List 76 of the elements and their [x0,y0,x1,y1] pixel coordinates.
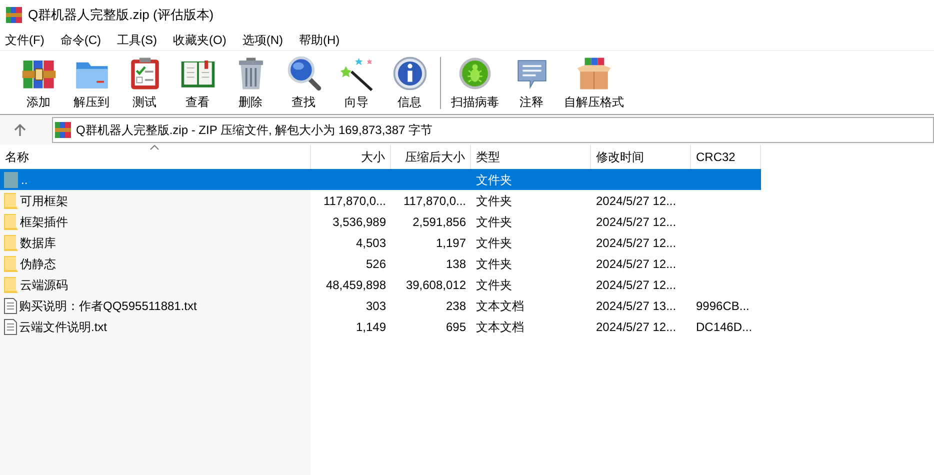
toolbar-button[interactable]: 测试 [118,55,171,111]
packed-size-cell: 695 [446,320,466,334]
modified-cell: 2024/5/27 12... [596,214,676,228]
file-row[interactable]: .. 文件夹 [0,169,761,190]
modified-cell: 2024/5/27 12... [596,278,676,292]
menu-item[interactable]: 选项(N) [239,31,286,49]
crc-cell: 9996CB... [696,298,750,312]
menu-item[interactable]: 命令(C) [57,31,104,49]
file-row[interactable]: 购买说明：作者QQ595511881.txt 303 238 文本文档 2024/5/27 13... 9996CB... [0,295,761,316]
size-cell: 3,536,989 [332,214,386,228]
size-cell: 303 [366,298,386,312]
type-cell: 文件夹 [476,194,512,208]
file-name: 可用框架 [20,192,68,210]
file-name: 框架插件 [20,214,68,230]
type-cell: 文件夹 [476,236,512,250]
menu-item[interactable]: 帮助(H) [296,31,343,49]
type-cell: 文本文档 [476,298,524,312]
file-row[interactable]: 数据库 4,503 1,197 文件夹 2024/5/27 12... [0,232,761,253]
file-row[interactable]: 云端文件说明.txt 1,149 695 文本文档 2024/5/27 12... DC146D... [0,316,761,337]
window-title: Q群机器人完整版.zip (评估版本) [28,6,214,24]
folder-icon [4,192,18,208]
toolbar-button[interactable]: 向导 [330,55,383,111]
modified-cell: 2024/5/27 12... [596,320,676,334]
document-icon [4,298,17,314]
toolbar-button[interactable]: 解压到 [65,55,118,111]
packed-size-cell: 1,197 [436,236,466,250]
crc-cell: DC146D... [696,320,752,334]
toolbar-button[interactable]: 添加 [12,55,65,111]
toolbar-button[interactable]: 查看 [171,55,224,111]
archive-icon [55,122,71,138]
toolbar-button[interactable]: 注释 [505,55,558,111]
packed-size-cell: 2,591,856 [412,214,466,228]
document-icon [4,318,17,334]
menu-item[interactable]: 文件(F) [2,31,48,49]
file-name: 云端源码 [20,276,68,294]
modified-cell: 2024/5/27 13... [596,298,676,312]
size-cell: 4,503 [356,236,386,250]
folder-icon [4,214,18,230]
type-cell: 文件夹 [476,278,512,292]
folder-icon [4,172,18,188]
toolbar-button[interactable]: 删除 [224,55,277,111]
size-cell: 48,459,898 [326,278,386,292]
folder-icon [4,234,18,250]
up-arrow-icon [14,124,26,136]
menu-item[interactable]: 收藏夹(O) [170,31,230,49]
file-name: 数据库 [20,234,56,252]
file-name: 购买说明：作者QQ595511881.txt [19,298,197,314]
file-name: 云端文件说明.txt [19,318,108,336]
type-cell: 文件夹 [476,172,512,186]
archive-icon [6,7,22,23]
size-cell: 1,149 [356,320,386,334]
type-cell: 文件夹 [476,214,512,228]
toolbar-button[interactable]: 扫描病毒 [445,55,505,111]
toolbar-button[interactable]: 信息 [383,55,436,111]
file-row[interactable]: 框架插件 3,536,989 2,591,856 文件夹 2024/5/27 12... [0,211,761,232]
type-cell: 文件夹 [476,256,512,270]
toolbar-button[interactable]: 查找 [277,55,330,111]
packed-size-cell: 138 [446,256,466,270]
toolbar-button[interactable]: 自解压格式 [558,55,630,111]
modified-cell: 2024/5/27 12... [596,256,676,270]
packed-size-cell: 238 [446,298,466,312]
modified-cell: 2024/5/27 12... [596,194,676,208]
packed-size-cell: 39,608,012 [406,278,466,292]
address-field[interactable]: Q群机器人完整版.zip - ZIP 压缩文件, 解包大小为 169,873,387 字节 [52,117,934,143]
file-row[interactable]: 云端源码 48,459,898 39,608,012 文件夹 2024/5/27 12... [0,274,761,295]
packed-size-cell: 117,870,0... [404,194,466,208]
size-cell: 526 [366,256,386,270]
file-row[interactable]: 伪静态 526 138 文件夹 2024/5/27 12... [0,253,761,274]
folder-icon [4,276,18,292]
size-cell: 117,870,0... [324,194,386,208]
type-cell: 文本文档 [476,320,524,334]
file-row[interactable]: 可用框架 117,870,0... 117,870,0... 文件夹 2024/5/27 12... [0,190,761,211]
file-name: 伪静态 [20,256,56,272]
modified-cell: 2024/5/27 12... [596,236,676,250]
folder-icon [4,256,18,272]
menu-item[interactable]: 工具(S) [114,31,160,49]
